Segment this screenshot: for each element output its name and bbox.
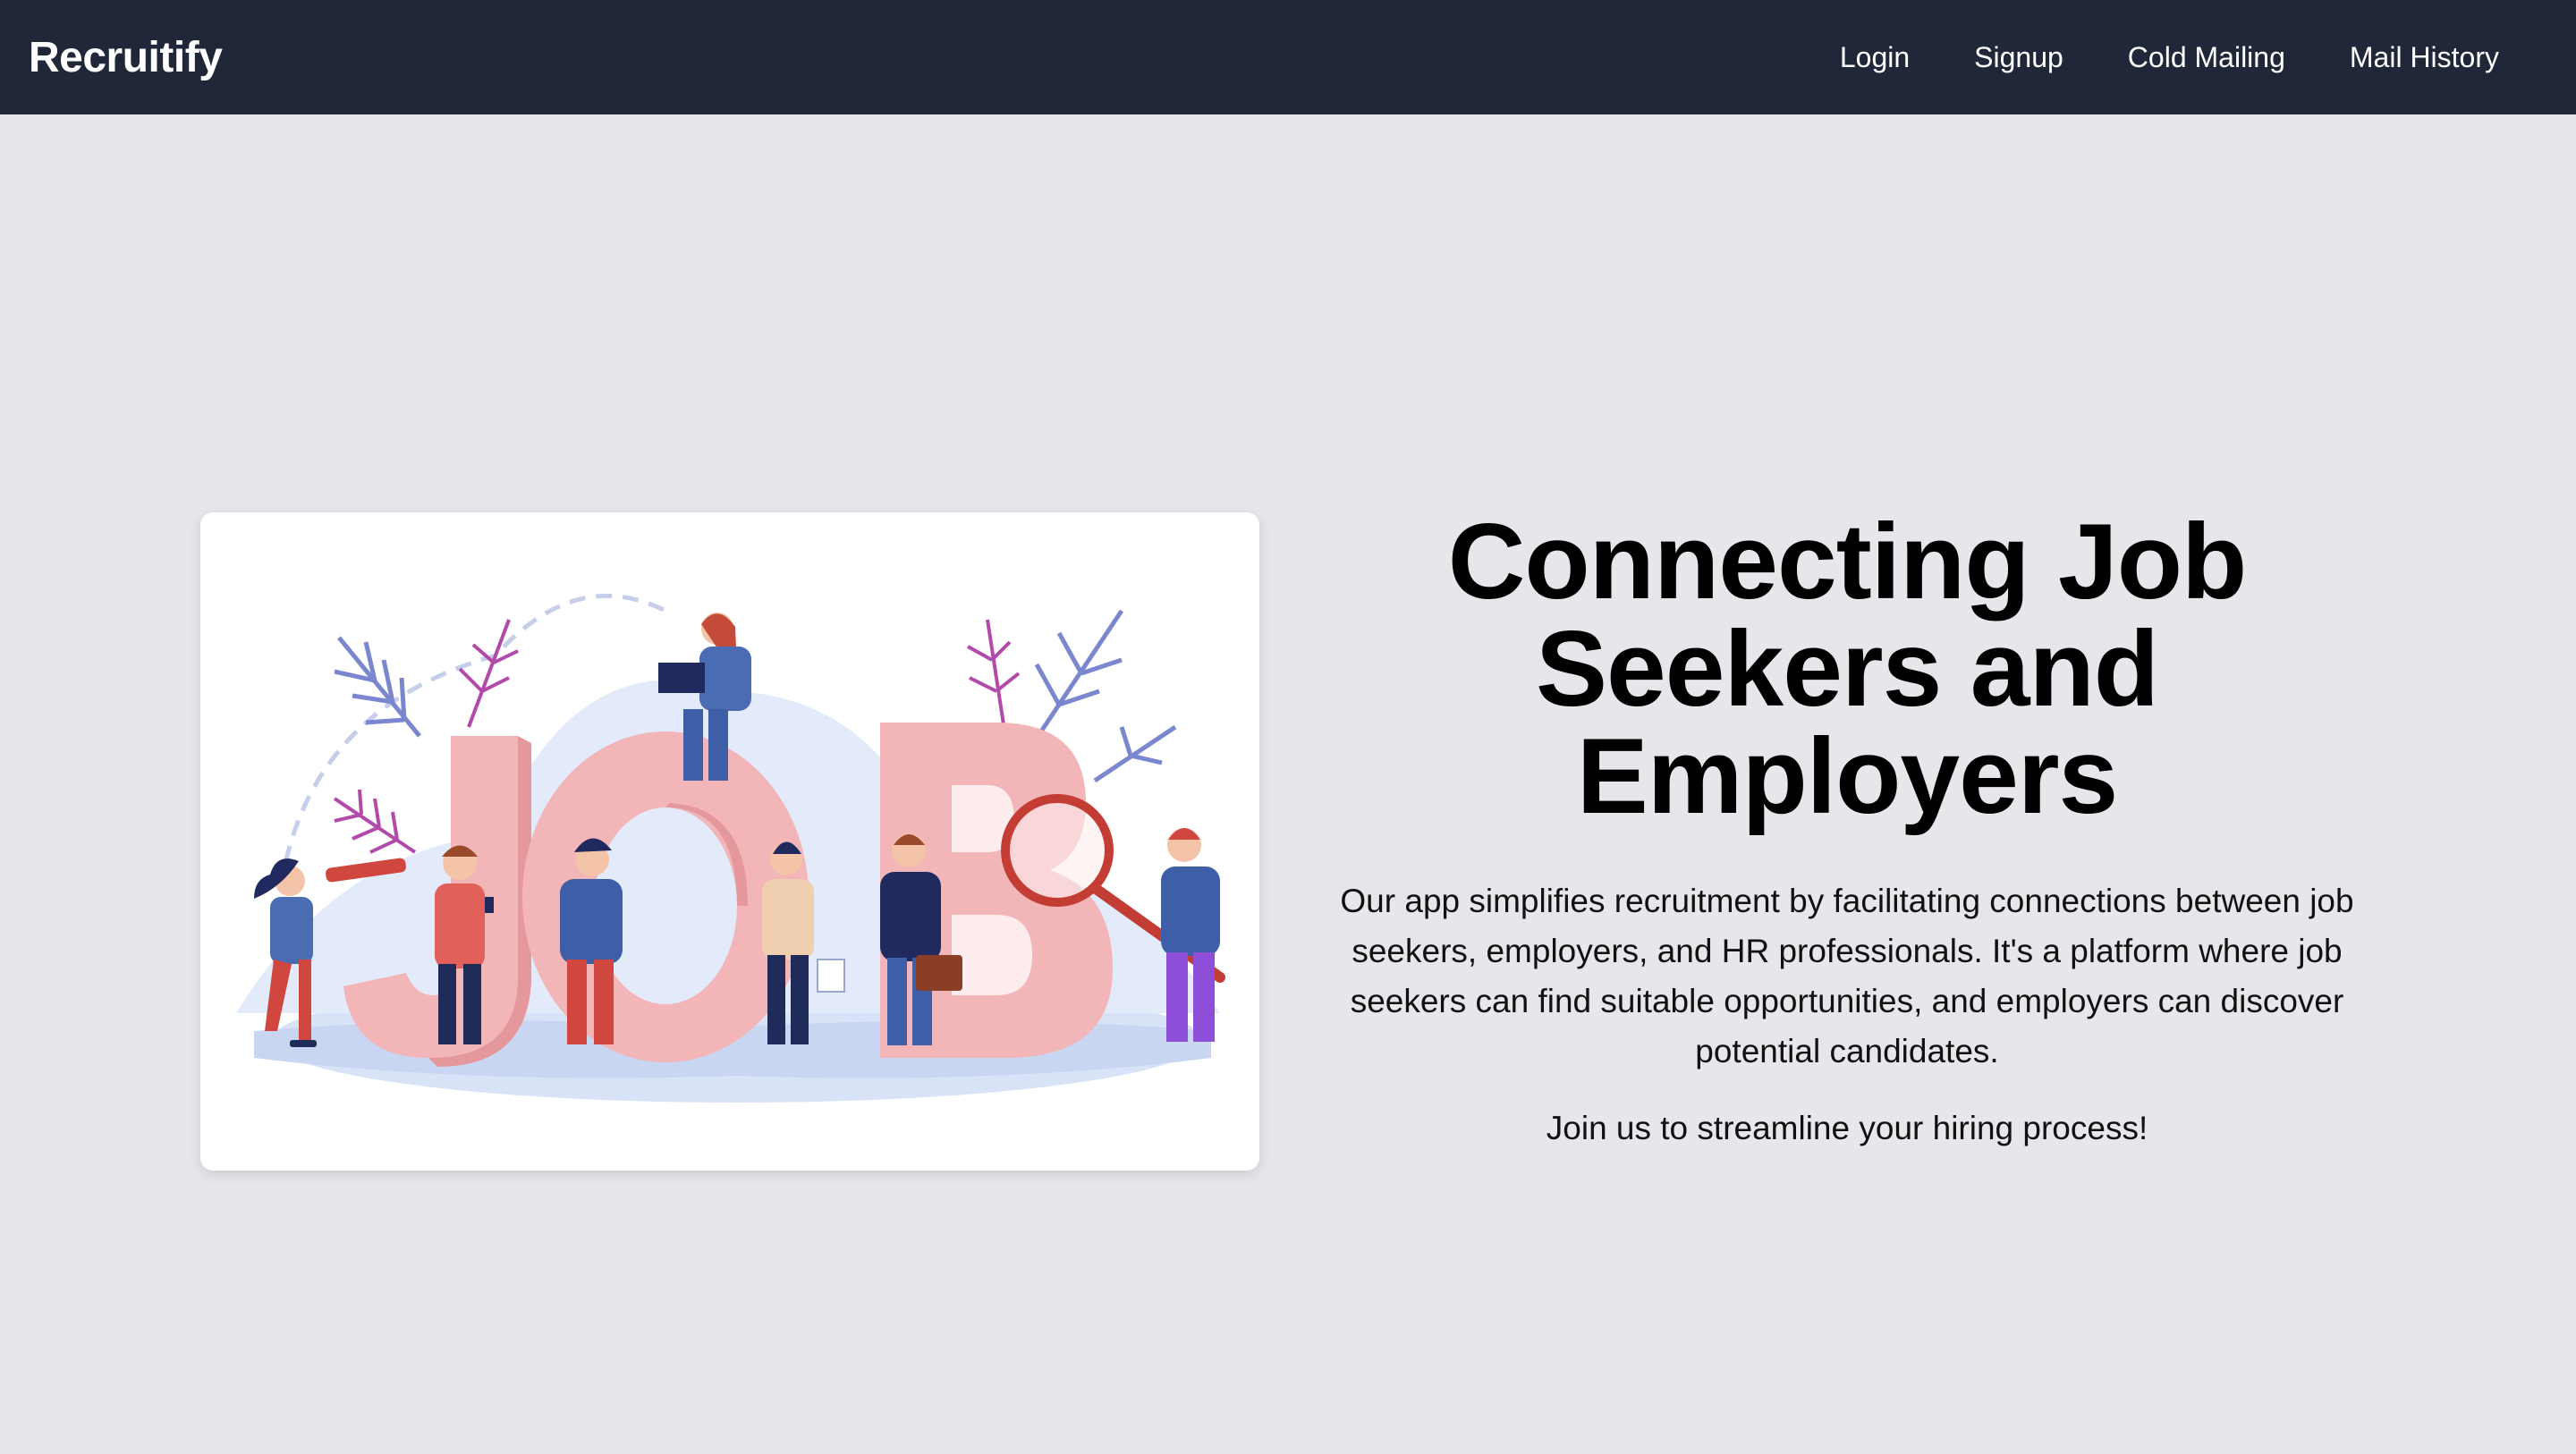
top-navbar: Recruitify Login Signup Cold Mailing Mai… bbox=[0, 0, 2576, 114]
job-illustration bbox=[236, 593, 1225, 1103]
hero-illustration-card bbox=[200, 512, 1259, 1171]
nav-links: Login Signup Cold Mailing Mail History bbox=[1775, 41, 2499, 74]
leaf-left-purple bbox=[333, 789, 417, 854]
nav-login-link[interactable]: Login bbox=[1840, 41, 1910, 74]
leaf-top-purple bbox=[458, 619, 519, 728]
nav-signup-link[interactable]: Signup bbox=[1974, 41, 2063, 74]
leaf-right-purple bbox=[967, 619, 1021, 737]
hero-text-section: Connecting Job Seekers and Employers Our… bbox=[1315, 508, 2379, 1154]
hero-description: Our app simplifies recruitment by facili… bbox=[1340, 883, 2354, 1069]
nav-cold-mailing-link[interactable]: Cold Mailing bbox=[2128, 41, 2285, 74]
leaf-left-blue bbox=[334, 636, 421, 738]
nav-mail-history-link[interactable]: Mail History bbox=[2350, 41, 2499, 74]
brand-logo[interactable]: Recruitify bbox=[29, 33, 223, 82]
hero-cta-text: Join us to streamline your hiring proces… bbox=[1546, 1110, 2148, 1146]
person-telescope bbox=[254, 858, 317, 1047]
hero-title: Connecting Job Seekers and Employers bbox=[1447, 502, 2248, 836]
